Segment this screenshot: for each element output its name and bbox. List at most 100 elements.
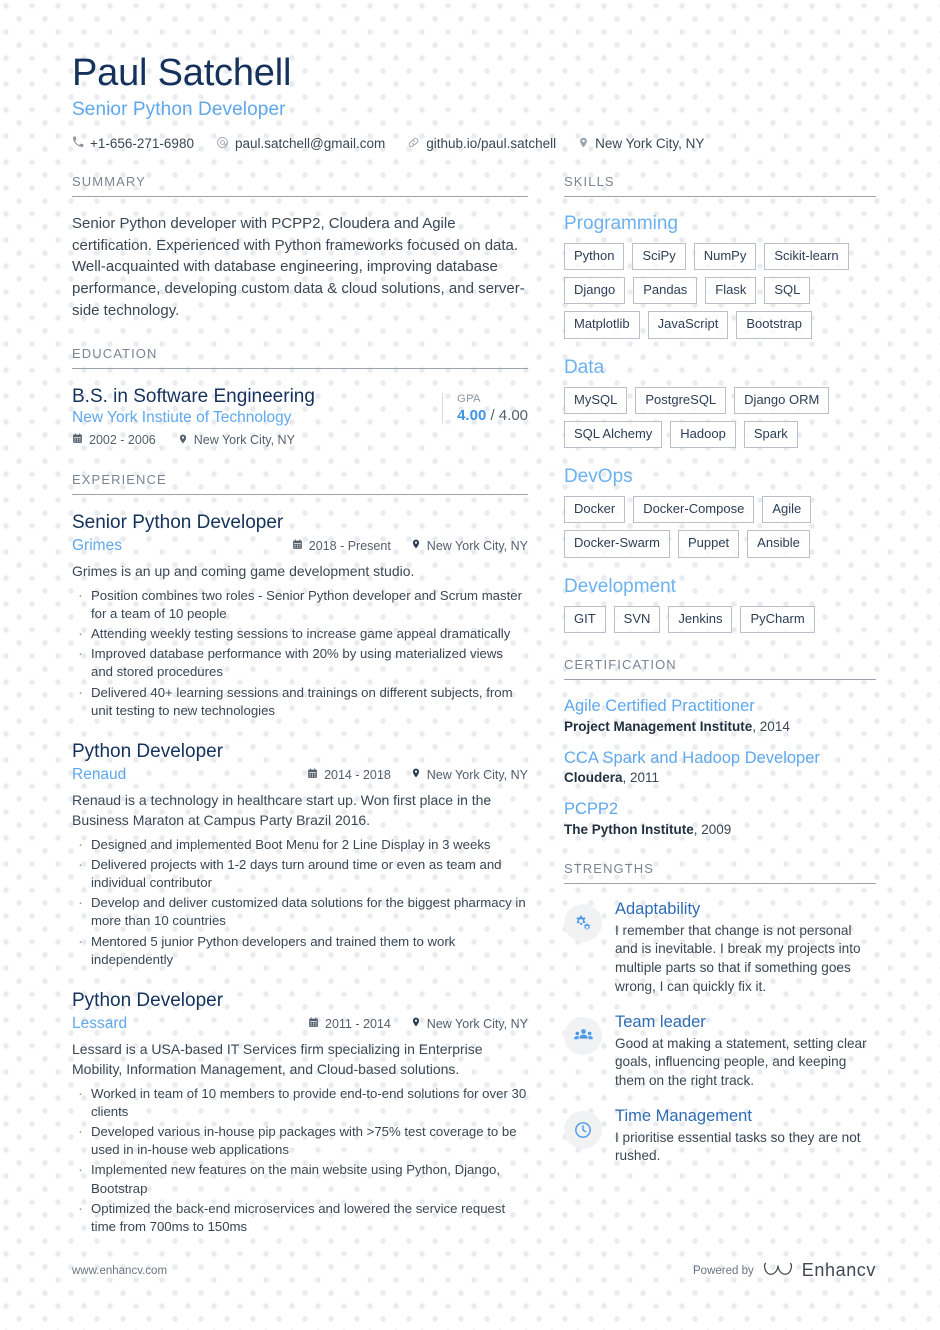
strength-description: I prioritise essential tasks so they are… [615, 1129, 861, 1164]
summary-section: SUMMARY Senior Python developer with PCP… [72, 174, 528, 322]
certification-year: , 2011 [622, 770, 660, 786]
experience-section-title: EXPERIENCE [72, 471, 167, 487]
left-column: SUMMARY Senior Python developer with PCP… [72, 174, 528, 1261]
experience-bullets: Worked in team of 10 members to provide … [72, 1084, 528, 1237]
clock-icon [564, 1110, 602, 1149]
skill-chip-list: GIT SVN Jenkins PyCharm [564, 605, 876, 634]
skill-chip: Agile [762, 496, 812, 524]
enhancv-logo-icon [763, 1259, 793, 1282]
skill-chip: Django [564, 276, 626, 305]
experience-description: Grimes is an up and coming game developm… [72, 562, 415, 579]
experience-location-text: New York City, NY [426, 1016, 528, 1031]
experience-company: Grimes [72, 536, 122, 554]
right-column: SKILLS Programming Python SciPy NumPy Sc… [564, 174, 876, 1190]
experience-dates: 2018 - Present [292, 539, 391, 553]
certification-issuer: The Python Institute, 2009 [564, 822, 876, 837]
experience-role: Python Developer [72, 990, 224, 1012]
contact-website[interactable]: github.io/paul.satchell [407, 136, 556, 152]
resume-content: Paul Satchell Senior Python Developer +1… [0, 0, 940, 1260]
experience-description: Renaud is a technology in healthcare sta… [72, 791, 492, 828]
experience-description: Lessard is a USA-based IT Services firm … [72, 1040, 483, 1077]
section-divider [564, 882, 876, 884]
gpa-value: 4.00 / 4.00 [457, 407, 528, 424]
skill-chip: PostgreSQL [635, 386, 727, 414]
section-divider [72, 368, 528, 370]
certification-issuer-name: Cloudera [564, 770, 623, 786]
strength-title: Adaptability [615, 899, 701, 918]
experience-location-text: New York City, NY [426, 538, 528, 553]
experience-bullets: Position combines two roles - Senior Pyt… [72, 586, 528, 721]
page-footer: www.enhancv.com Powered by Enhancv [72, 1259, 876, 1282]
contact-email-text: paul.satchell@gmail.com [234, 136, 386, 152]
certification-year: , 2014 [752, 718, 790, 734]
education-section: EDUCATION B.S. in Software Engineering N… [72, 346, 528, 448]
contact-email[interactable]: paul.satchell@gmail.com [216, 136, 385, 152]
contact-phone[interactable]: +1-656-271-6980 [72, 136, 194, 151]
gpa-block: GPA 4.00 / 4.00 [442, 393, 528, 425]
skill-chip: Django ORM [734, 386, 830, 414]
page-title: Paul Satchell [72, 52, 292, 94]
skill-group-title: Programming [564, 212, 679, 234]
skill-chip: Flask [705, 276, 757, 305]
education-entry: B.S. in Software Engineering New York In… [72, 385, 528, 448]
skill-chip: Matplotlib [564, 311, 640, 339]
summary-section-title: SUMMARY [72, 173, 146, 189]
strengths-section-title: STRENGTHS [564, 860, 655, 876]
certification-entry: CCA Spark and Hadoop Developer Cloudera,… [564, 748, 876, 786]
certification-name: PCPP2 [564, 800, 619, 819]
certification-section: CERTIFICATION Agile Certified Practition… [564, 657, 876, 837]
experience-dates-text: 2011 - 2014 [325, 1016, 391, 1031]
skill-chip: SciPy [632, 242, 686, 270]
skill-chip: Docker-Swarm [564, 530, 670, 558]
calendar-icon [72, 433, 83, 447]
section-divider [564, 195, 876, 197]
strength-title: Time Management [615, 1106, 752, 1125]
certification-issuer-name: Project Management Institute [564, 718, 753, 734]
skill-group-programming: Programming Python SciPy NumPy Scikit-le… [564, 213, 876, 339]
list-item: Improved database performance with 20% b… [72, 644, 528, 681]
skill-chip: Puppet [677, 530, 740, 558]
skill-chip: SQL [764, 276, 811, 305]
footer-website[interactable]: www.enhancv.com [72, 1265, 167, 1277]
experience-entry: Python Developer Lessard 2011 - 2014 New… [72, 989, 528, 1236]
strengths-section: STRENGTHS Adaptability I remember that c… [564, 861, 876, 1166]
list-item: Implemented new features on the main web… [72, 1160, 528, 1197]
phone-icon [72, 136, 84, 151]
location-pin-icon [178, 433, 188, 448]
list-item: Position combines two roles - Senior Pyt… [72, 586, 528, 623]
skill-chip: MySQL [564, 386, 628, 414]
skill-chip: JavaScript [647, 311, 729, 339]
skill-chip: Scikit-learn [764, 242, 849, 270]
powered-by-block: Powered by Enhancv [693, 1259, 876, 1282]
location-pin-icon [578, 136, 589, 152]
experience-dates: 2014 - 2018 [307, 768, 391, 782]
email-icon [216, 136, 229, 152]
experience-role: Senior Python Developer [72, 511, 284, 533]
education-section-title: EDUCATION [72, 346, 158, 362]
list-item: Optimized the back-end microservices and… [72, 1199, 528, 1236]
skill-chip: Docker [564, 496, 626, 524]
list-item: Developed various in-house pip packages … [72, 1122, 528, 1159]
experience-company: Lessard [72, 1014, 128, 1032]
skill-chip: Pandas [633, 276, 698, 305]
certification-name: CCA Spark and Hadoop Developer [564, 748, 820, 767]
section-divider [564, 679, 876, 681]
gpa-label: GPA [457, 393, 482, 406]
list-item: Worked in team of 10 members to provide … [72, 1084, 528, 1121]
skill-chip: Hadoop [670, 420, 736, 449]
experience-location: New York City, NY [411, 1016, 528, 1031]
certification-issuer: Cloudera, 2011 [564, 770, 876, 785]
strength-entry: Time Management I prioritise essential t… [564, 1107, 876, 1166]
certification-issuer: Project Management Institute, 2014 [564, 719, 876, 734]
skill-chip: NumPy [693, 242, 757, 270]
skill-chip: GIT [564, 605, 606, 634]
education-dates: 2002 - 2006 [72, 433, 156, 447]
experience-entry: Python Developer Renaud 2014 - 2018 New … [72, 740, 528, 969]
skill-chip: PyCharm [740, 605, 815, 634]
skill-group-devops: DevOps Docker Docker-Compose Agile Docke… [564, 466, 876, 558]
people-group-icon [564, 1016, 602, 1055]
experience-location-text: New York City, NY [426, 767, 528, 782]
skill-chip: SVN [613, 605, 661, 634]
section-divider [72, 493, 528, 495]
contact-phone-text: +1-656-271-6980 [90, 136, 194, 152]
